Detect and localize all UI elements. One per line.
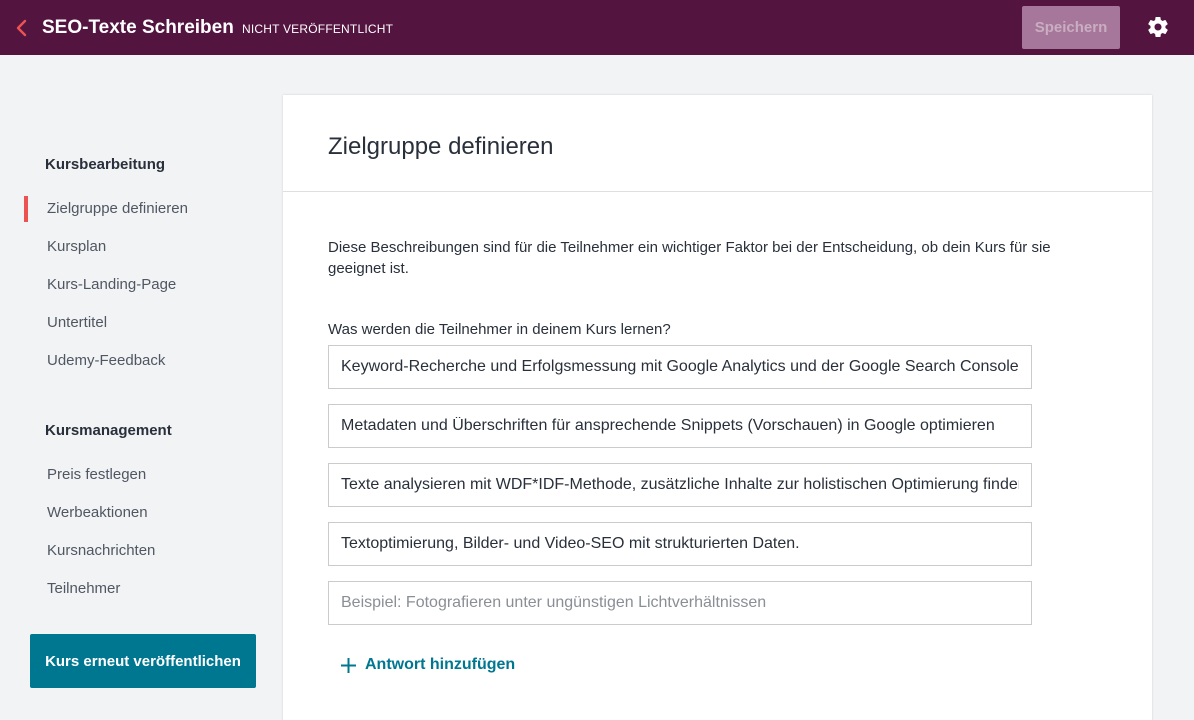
section-heading-kursbearbeitung: Kursbearbeitung <box>45 156 166 173</box>
add-answer-label: Antwort hinzufügen <box>365 656 516 673</box>
sidebar-item-landing-page[interactable]: Kurs-Landing-Page <box>47 276 176 293</box>
course-title: SEO-Texte Schreiben <box>42 17 234 38</box>
sidebar-item-udemy-feedback[interactable]: Udemy-Feedback <box>47 352 165 369</box>
content-panel: Zielgruppe definieren Diese Beschreibung… <box>283 95 1152 720</box>
answer-input-3[interactable] <box>328 463 1032 507</box>
republish-course-button[interactable]: Kurs erneut veröffentlichen <box>30 634 256 688</box>
chevron-left-icon[interactable] <box>12 17 32 39</box>
answer-input-2[interactable] <box>328 404 1032 448</box>
add-answer-button[interactable]: Antwort hinzufügen <box>340 656 515 674</box>
answer-input-4[interactable] <box>328 522 1032 566</box>
page-title: Zielgruppe definieren <box>328 133 554 160</box>
answer-input-5[interactable] <box>328 581 1032 625</box>
question-label: Was werden die Teilnehmer in deinem Kurs… <box>328 321 671 338</box>
sidebar-item-werbeaktionen[interactable]: Werbeaktionen <box>47 504 148 521</box>
top-bar: SEO-Texte Schreiben NICHT VERÖFFENTLICHT… <box>0 0 1194 55</box>
sidebar-item-kursplan[interactable]: Kursplan <box>47 238 106 255</box>
gear-icon[interactable] <box>1146 15 1170 39</box>
save-button[interactable]: Speichern <box>1022 6 1120 49</box>
active-indicator <box>24 196 28 222</box>
sidebar-item-untertitel[interactable]: Untertitel <box>47 314 107 331</box>
plus-icon <box>341 657 356 673</box>
sidebar-item-kursnachrichten[interactable]: Kursnachrichten <box>47 542 155 559</box>
sidebar-item-preis[interactable]: Preis festlegen <box>47 466 146 483</box>
sidebar-item-zielgruppe[interactable]: Zielgruppe definieren <box>47 200 188 217</box>
answer-input-1[interactable] <box>328 345 1032 389</box>
sidebar-item-teilnehmer[interactable]: Teilnehmer <box>47 580 120 597</box>
sidebar: Kursbearbeitung Zielgruppe definieren Ku… <box>0 55 283 720</box>
section-heading-kursmanagement: Kursmanagement <box>45 422 172 439</box>
publish-status: NICHT VERÖFFENTLICHT <box>242 22 394 36</box>
divider <box>283 191 1152 192</box>
description-text: Diese Beschreibungen sind für die Teilne… <box>328 239 1051 277</box>
